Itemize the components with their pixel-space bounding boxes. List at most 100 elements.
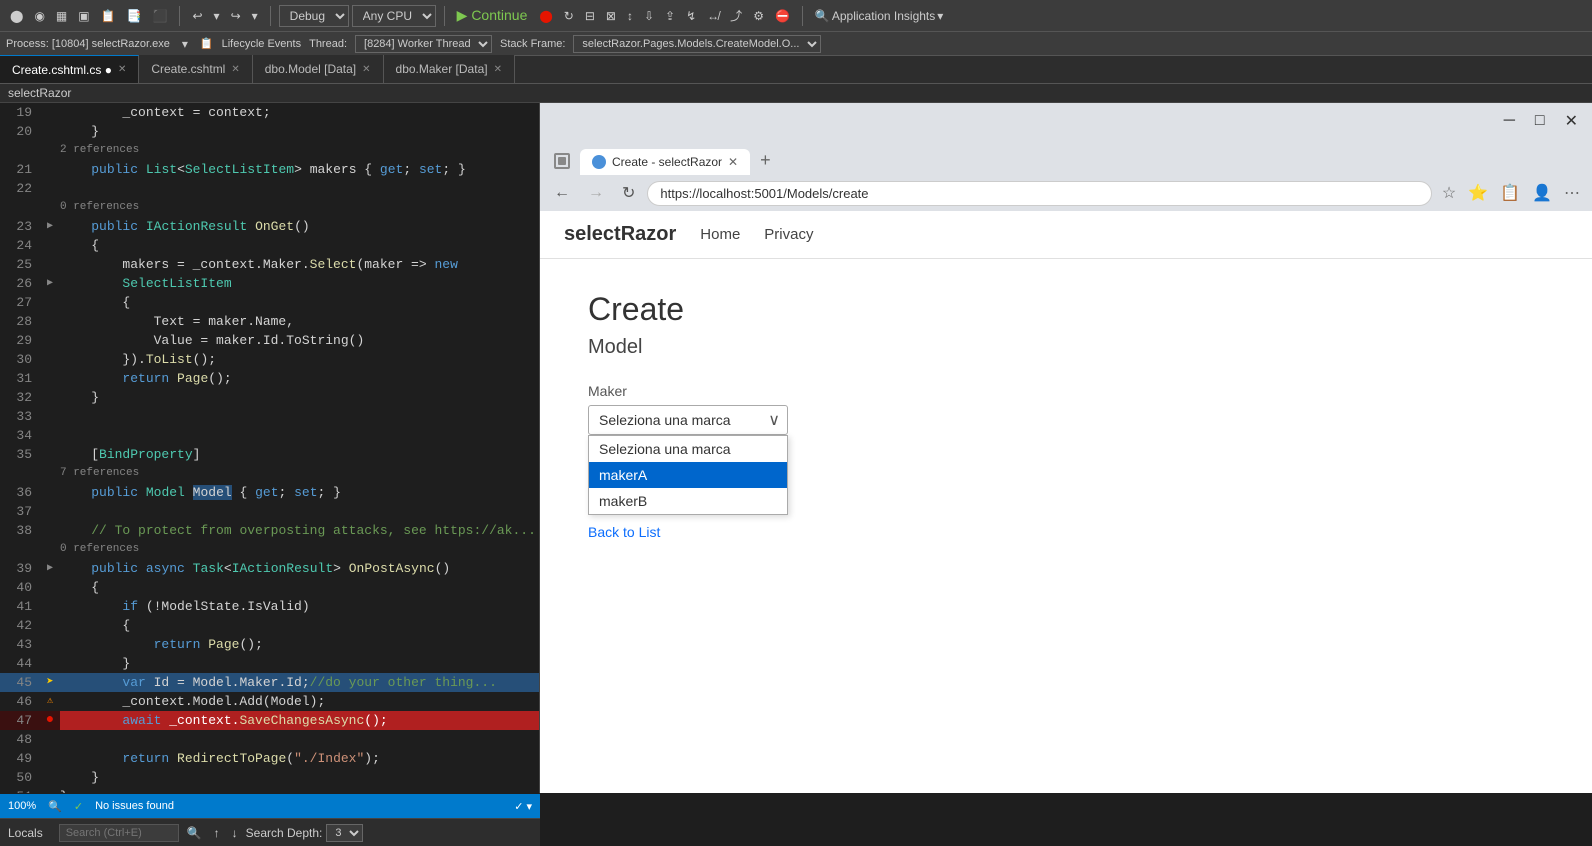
bookmark-collections-btn[interactable]: ⭐	[1464, 181, 1492, 205]
app-insights-btn[interactable]: 🔍 Application Insights ▾	[811, 7, 947, 25]
nav-privacy-link[interactable]: Privacy	[764, 226, 813, 243]
new-tab-btn[interactable]: +	[754, 146, 777, 175]
no-issues: No issues found	[95, 800, 174, 812]
debug-dropdown[interactable]: Debug	[279, 5, 349, 27]
close-icon[interactable]: ✕	[118, 64, 126, 75]
browser-title-bar: ─ □ ✕	[540, 103, 1592, 139]
status-bar: 100% 🔍 ✓ No issues found ✓ ▾	[0, 794, 540, 818]
extra-status-icon: ✓ ▾	[514, 800, 532, 813]
toolbar-icon-2[interactable]: ▦	[52, 7, 71, 25]
code-line-28: 28 Text = maker.Name,	[0, 312, 539, 331]
sep2	[270, 6, 271, 26]
minimize-btn[interactable]: ─	[1498, 109, 1521, 133]
tab-dbo-maker[interactable]: dbo.Maker [Data] ✕	[384, 55, 515, 83]
process-label: Process: [10804] selectRazor.exe	[6, 38, 170, 50]
stack-frame-select[interactable]: selectRazor.Pages.Models.CreateModel.O..…	[573, 35, 821, 53]
locals-nav-up[interactable]: ↑	[210, 824, 224, 842]
forward-nav-btn[interactable]: →	[582, 182, 610, 204]
browser-collections-btn[interactable]: 📋	[1496, 181, 1524, 205]
process-dropdown[interactable]: ▾	[178, 35, 192, 53]
toolbar-icon-6[interactable]: ⬛	[149, 7, 172, 25]
dropdown-item-2[interactable]: makerB	[589, 488, 787, 514]
browser-tab-close[interactable]: ✕	[728, 155, 738, 169]
code-line-50: 50 }	[0, 768, 539, 787]
tab-dbo-model[interactable]: dbo.Model [Data] ✕	[253, 55, 384, 83]
close-icon[interactable]: ✕	[362, 64, 370, 75]
browser-content: selectRazor Home Privacy Create Model Ma…	[540, 211, 1592, 793]
user-profile-btn[interactable]: 👤	[1528, 181, 1556, 205]
insights-icon: 🔍	[815, 9, 830, 23]
debug-arrow-icon: ➤	[46, 673, 53, 692]
tab-create-cshtml[interactable]: Create.cshtml ✕	[139, 55, 252, 83]
browser-tab-active[interactable]: Create - selectRazor ✕	[580, 149, 750, 175]
toolbar-icon-d1[interactable]: ⊟	[581, 7, 599, 25]
code-line-22: 22	[0, 179, 539, 198]
code-line-37: 37	[0, 502, 539, 521]
maximize-btn[interactable]: □	[1529, 109, 1551, 133]
thread-select[interactable]: [8284] Worker Thread	[355, 35, 492, 53]
redo-dropdown[interactable]: ▾	[248, 7, 262, 25]
zoom-level: 100%	[8, 800, 36, 812]
locals-bar: Locals 🔍 ↑ ↓ Search Depth: 3	[0, 818, 540, 846]
web-brand: selectRazor	[564, 223, 676, 246]
tab-label: Create.cshtml.cs ●	[12, 63, 112, 77]
web-body: Create Model Maker Seleziona una marca ∨…	[540, 259, 1592, 572]
cpu-dropdown[interactable]: Any CPU	[352, 5, 436, 27]
locals-search-input[interactable]	[59, 824, 179, 842]
undo-btn[interactable]: ↩	[188, 7, 206, 25]
close-icon[interactable]: ✕	[494, 64, 502, 75]
toolbar-icon-3[interactable]: ▣	[74, 7, 93, 25]
undo-dropdown[interactable]: ▾	[210, 7, 224, 25]
toolbar-icon-d6[interactable]: ↯	[682, 7, 700, 25]
toolbar-icon-d8[interactable]: ⤴	[726, 5, 746, 26]
tab-create-cshtml-cs[interactable]: Create.cshtml.cs ● ✕	[0, 55, 139, 83]
toolbar-icon-5[interactable]: 📑	[123, 7, 146, 25]
close-icon[interactable]: ✕	[231, 64, 239, 75]
code-line-34: 34	[0, 426, 539, 445]
toolbar-icon-d9[interactable]: ⚙	[749, 7, 768, 25]
code-line-42: 42 {	[0, 616, 539, 635]
stop-btn[interactable]: ⬤	[535, 7, 556, 25]
locals-nav-down[interactable]: ↓	[228, 824, 242, 842]
insights-arrow: ▾	[937, 9, 943, 23]
back-to-list-link[interactable]: Back to List	[588, 524, 1544, 540]
browser-tab-icon-btn[interactable]	[548, 147, 576, 175]
toolbar-icon-d10[interactable]: ⛔	[771, 7, 794, 25]
dropdown-item-1[interactable]: makerA	[589, 462, 787, 488]
redo-btn[interactable]: ↪	[227, 7, 245, 25]
locals-search-btn[interactable]: 🔍	[183, 824, 206, 842]
refresh-btn[interactable]: ↻	[616, 181, 641, 205]
toolbar-icon-1[interactable]: ◉	[30, 7, 48, 25]
refs-23: 0 references	[0, 198, 539, 217]
debug-tools: ⬤ ↻ ⊟ ⊠ ↕ ⇩ ⇪ ↯ ↮ ⤴ ⚙ ⛔	[535, 5, 794, 26]
zoom-icon: 🔍	[48, 800, 62, 813]
maker-dropdown[interactable]: Seleziona una marca makerA makerB	[588, 435, 788, 515]
toolbar-icon-d3[interactable]: ↕	[623, 7, 637, 25]
code-line-41: 41 if (!ModelState.IsValid)	[0, 597, 539, 616]
toolbar-icon-4[interactable]: 📋	[97, 7, 120, 25]
toolbar-icon-d5[interactable]: ⇪	[661, 7, 679, 25]
continue-btn[interactable]: ▶ Continue	[453, 5, 532, 26]
code-line-24: 24 {	[0, 236, 539, 255]
toolbar-icon-d2[interactable]: ⊠	[602, 7, 620, 25]
debug-group: Debug Any CPU	[279, 5, 436, 27]
nav-home-link[interactable]: Home	[700, 226, 740, 243]
dropdown-item-0[interactable]: Seleziona una marca	[589, 436, 787, 462]
status-icon: ✓	[74, 800, 83, 813]
maker-select[interactable]: Seleziona una marca	[588, 405, 788, 435]
back-nav-btn[interactable]: ←	[548, 182, 576, 204]
code-line-48: 48	[0, 730, 539, 749]
toolbar-icon-d7[interactable]: ↮	[703, 7, 723, 25]
profile-btn[interactable]: ⬤	[6, 7, 27, 25]
close-btn[interactable]: ✕	[1559, 109, 1584, 133]
breakpoint-icon[interactable]: ●	[46, 711, 54, 730]
code-editor[interactable]: 19 _context = context; 20 } 2 references…	[0, 103, 540, 793]
search-depth-select[interactable]: 3	[326, 824, 363, 842]
sep1	[179, 6, 180, 26]
address-bar[interactable]	[647, 181, 1431, 206]
add-bookmark-btn[interactable]: ☆	[1438, 181, 1460, 205]
toolbar-icon-d4[interactable]: ⇩	[640, 7, 658, 25]
restart-btn[interactable]: ↻	[560, 7, 578, 25]
code-line-45: 45 ➤ var Id = Model.Maker.Id;//do your o…	[0, 673, 539, 692]
browser-menu-btn[interactable]: ⋯	[1560, 181, 1584, 205]
